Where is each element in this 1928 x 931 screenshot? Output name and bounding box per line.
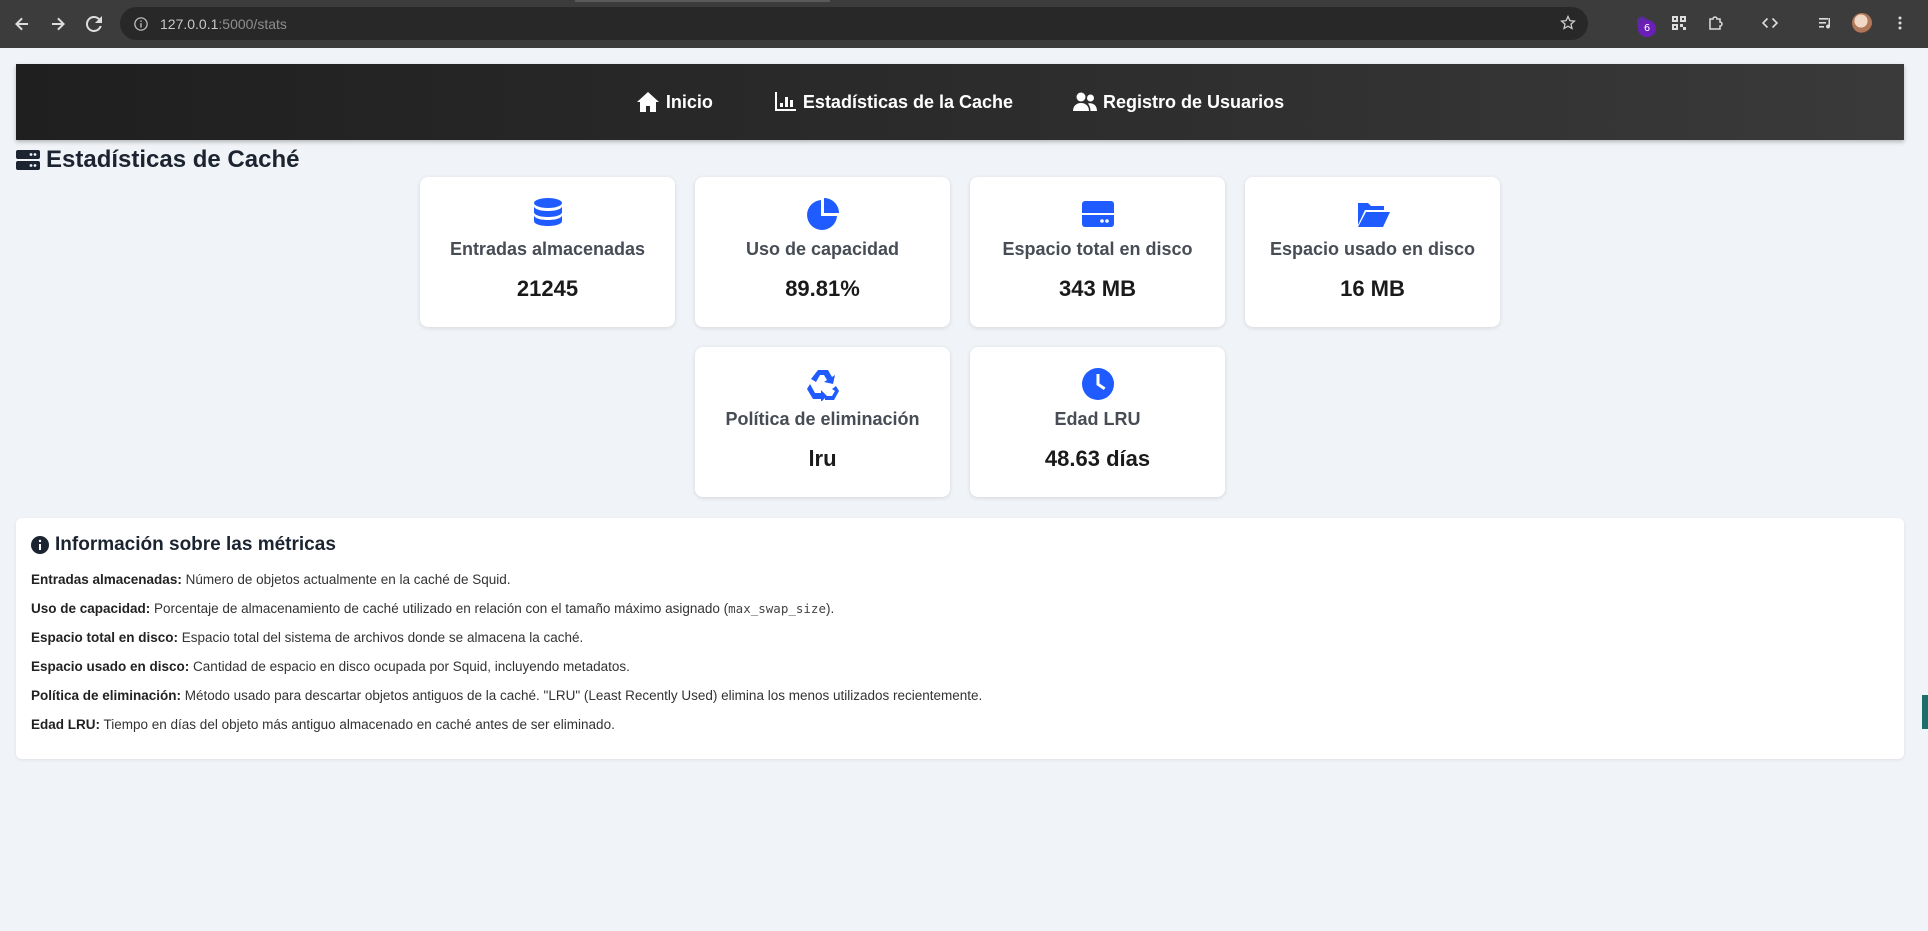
- menu-icon[interactable]: [1889, 12, 1911, 34]
- stat-card-uso-capacidad: Uso de capacidad 89.81%: [695, 177, 950, 327]
- pie-chart-icon: [805, 197, 841, 231]
- stat-value: 16 MB: [1340, 276, 1405, 301]
- qr-icon[interactable]: [1668, 12, 1690, 34]
- stat-label: Entradas almacenadas: [449, 239, 646, 259]
- info-term: Espacio usado en disco:: [31, 659, 190, 674]
- puzzle-icon[interactable]: [1705, 12, 1727, 34]
- info-term: Espacio total en disco:: [31, 630, 179, 645]
- url-text: 127.0.0.1:5000/stats: [160, 16, 287, 32]
- nav-label: Estadísticas de la Cache: [802, 91, 1014, 112]
- info-item: Política de eliminación: Método usado pa…: [31, 686, 1889, 705]
- page-title-text: Estadísticas de Caché: [46, 146, 300, 173]
- stat-label: Espacio usado en disco: [1269, 239, 1476, 259]
- stat-label: Espacio total en disco: [1002, 239, 1193, 259]
- url-path: :5000/stats: [218, 15, 287, 32]
- info-desc-after: ).: [825, 601, 835, 616]
- nav-item-estadisticas[interactable]: Estadísticas de la Cache: [773, 91, 1013, 113]
- stat-card-edad-lru: Edad LRU 48.63 días: [970, 347, 1225, 497]
- chart-icon: [774, 92, 796, 111]
- info-desc: Cantidad de espacio en disco ocupada por…: [189, 659, 630, 674]
- stat-value: 48.63 días: [1044, 446, 1151, 471]
- star-icon[interactable]: [1560, 15, 1576, 31]
- nav-label: Registro de Usuarios: [1103, 91, 1285, 112]
- stat-value: 21245: [516, 276, 579, 301]
- info-item: Espacio total en disco: Espacio total de…: [31, 628, 1889, 647]
- reload-icon[interactable]: [76, 6, 112, 42]
- stat-card-entradas: Entradas almacenadas 21245: [420, 177, 675, 327]
- main-navbar: Inicio Estadísticas de la Cache Registro…: [16, 64, 1904, 140]
- info-term: Uso de capacidad:: [31, 601, 151, 616]
- metrics-info-panel: Información sobre las métricas Entradas …: [16, 518, 1904, 759]
- page-title: Estadísticas de Caché: [16, 146, 299, 174]
- back-icon[interactable]: [4, 6, 40, 42]
- info-code: max_swap_size: [728, 601, 826, 616]
- info-title-text: Información sobre las métricas: [55, 534, 336, 555]
- nav-label: Inicio: [665, 91, 713, 112]
- folder-open-icon: [1355, 197, 1391, 231]
- info-term: Edad LRU:: [31, 717, 100, 732]
- tab-strip-edge: [575, 0, 830, 2]
- database-icon: [530, 197, 566, 231]
- stat-label: Política de eliminación: [725, 409, 920, 429]
- nav-item-inicio[interactable]: Inicio: [636, 91, 713, 113]
- info-desc: Número de objetos actualmente en la cach…: [181, 572, 511, 587]
- nav-item-registro-usuarios[interactable]: Registro de Usuarios: [1073, 91, 1284, 113]
- stat-card-politica: Política de eliminación lru: [695, 347, 950, 497]
- stat-label: Edad LRU: [1054, 409, 1141, 429]
- info-circle-icon: [31, 536, 49, 554]
- browser-toolbar: 127.0.0.1:5000/stats 6: [0, 0, 1928, 48]
- stat-card-espacio-usado: Espacio usado en disco 16 MB: [1245, 177, 1500, 327]
- info-item: Edad LRU: Tiempo en días del objeto más …: [31, 715, 1889, 734]
- stat-card-espacio-total: Espacio total en disco 343 MB: [970, 177, 1225, 327]
- info-desc: Método usado para descartar objetos anti…: [181, 688, 983, 703]
- info-desc: Espacio total del sistema de archivos do…: [178, 630, 584, 645]
- stat-value: lru: [808, 446, 837, 471]
- stat-value: 343 MB: [1058, 276, 1137, 301]
- extension-badge: 6: [1638, 20, 1656, 37]
- hard-drive-icon: [1080, 197, 1116, 231]
- info-item: Espacio usado en disco: Cantidad de espa…: [31, 657, 1889, 676]
- stat-label: Uso de capacidad: [745, 239, 900, 259]
- address-bar[interactable]: 127.0.0.1:5000/stats: [120, 7, 1588, 40]
- info-term: Entradas almacenadas:: [31, 572, 182, 587]
- scroll-edge-marker: [1922, 695, 1928, 729]
- info-item: Entradas almacenadas: Número de objetos …: [31, 570, 1889, 589]
- url-host: 127.0.0.1: [160, 15, 219, 32]
- info-term: Política de eliminación:: [31, 688, 182, 703]
- clock-icon: [1080, 367, 1116, 401]
- code-icon[interactable]: [1759, 12, 1781, 34]
- recycle-icon: [805, 367, 841, 401]
- stat-value: 89.81%: [785, 276, 860, 301]
- server-icon: [16, 150, 40, 170]
- info-item: Uso de capacidad: Porcentaje de almacena…: [31, 599, 1889, 618]
- media-icon[interactable]: [1815, 12, 1837, 34]
- profile-avatar[interactable]: [1852, 13, 1872, 33]
- info-icon[interactable]: [134, 16, 148, 31]
- home-icon: [636, 92, 659, 112]
- info-desc: Porcentaje de almacenamiento de caché ut…: [150, 601, 729, 616]
- info-desc: Tiempo en días del objeto más antiguo al…: [100, 717, 615, 732]
- users-icon: [1073, 92, 1098, 111]
- forward-icon[interactable]: [40, 6, 76, 42]
- info-title: Información sobre las métricas: [31, 534, 1889, 556]
